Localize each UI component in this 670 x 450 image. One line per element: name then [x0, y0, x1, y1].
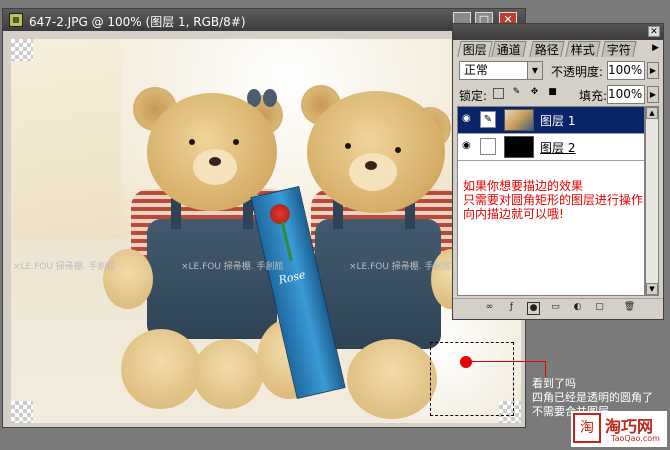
right-bear-head: [307, 91, 445, 213]
blend-mode-select[interactable]: 正常 ▼: [459, 61, 543, 80]
blend-row: 正常 ▼ 不透明度: 100% ▶: [457, 61, 659, 81]
transparent-corner: [11, 401, 33, 423]
layer-list-scrollbar[interactable]: ▲ ▼: [645, 106, 659, 296]
photoshop-doc-icon: [9, 13, 23, 27]
layer-2-name[interactable]: 图层 2: [540, 139, 575, 156]
left-bear-foot: [121, 329, 201, 409]
link-layers-icon[interactable]: ∞: [483, 302, 496, 315]
right-bear-eye: [345, 143, 351, 149]
tab-layers[interactable]: 图层: [457, 41, 493, 57]
lock-brush-icon[interactable]: ✎: [511, 88, 522, 99]
right-bear-overalls: [315, 219, 441, 349]
new-layer-icon[interactable]: ▢: [593, 302, 606, 315]
tab-paths[interactable]: 路径: [529, 41, 565, 57]
left-bear-eye: [189, 139, 195, 145]
panel-tabs: 图层 通道 路径 样式 字符 ▶: [457, 41, 659, 57]
watermark: ×LE.FOU 掃帚棚. 手創館: [349, 262, 452, 272]
lock-transparency-icon[interactable]: [493, 88, 504, 99]
lock-label: 锁定:: [459, 89, 488, 103]
opacity-label: 不透明度:: [551, 65, 604, 79]
instruction-note: 如果你想要描边的效果 只需要对圆角矩形的图层进行操作 向内描边就可以哦!: [463, 179, 643, 221]
adjustment-layer-icon[interactable]: ◐: [571, 302, 584, 315]
opacity-slider-arrow-icon[interactable]: ▶: [647, 62, 659, 79]
right-bear-eye: [395, 147, 401, 153]
lock-row: 锁定: ✎ ✥ ■ 填充: 100% ▶: [457, 85, 659, 105]
red-marker-dot: [460, 356, 472, 368]
document-titlebar[interactable]: 647-2.JPG @ 100% (图层 1, RGB/8#) _ □ ✕: [3, 9, 525, 31]
scroll-down-icon[interactable]: ▼: [646, 283, 658, 295]
note-line-3: 向内描边就可以哦!: [463, 207, 564, 221]
new-group-icon[interactable]: ▭: [549, 302, 562, 315]
right-bear-muzzle: [349, 153, 397, 191]
panel-bottom-toolbar: ∞ ƒ ● ▭ ◐ ▢ 🗑: [453, 298, 663, 319]
logo-seal: 淘: [573, 413, 601, 443]
note-line-2: 只需要对圆角矩形的图层进行操作: [463, 193, 644, 207]
callout-line: [545, 361, 546, 377]
fill-label: 填充:: [579, 89, 608, 103]
chevron-down-icon[interactable]: ▼: [527, 62, 542, 79]
eye-icon[interactable]: ◉: [462, 114, 474, 124]
panel-titlebar[interactable]: ✕: [453, 24, 663, 40]
transparent-corner: [11, 39, 33, 61]
layer-2-thumbnail[interactable]: [504, 136, 534, 158]
layer-1-thumbnail[interactable]: [504, 109, 534, 131]
left-bear-eye: [233, 139, 239, 145]
trash-icon[interactable]: 🗑: [623, 302, 636, 315]
link-icon[interactable]: [480, 138, 496, 155]
opacity-input[interactable]: 100%: [607, 61, 645, 80]
watermark: ×LE.FOU 掃帚棚. 手創館: [13, 262, 116, 272]
rose-stem: [280, 221, 293, 262]
panel-close-button[interactable]: ✕: [648, 26, 660, 37]
callout-line-1: 看到了吗: [532, 377, 576, 390]
brush-icon[interactable]: ✎: [480, 111, 496, 128]
layer-row-1[interactable]: ◉ ✎ 图层 1: [458, 107, 644, 134]
corner-selection-marquee: [430, 342, 514, 416]
callout-line: [472, 361, 546, 362]
move-icon[interactable]: ✥: [529, 88, 540, 99]
layers-panel[interactable]: ✕ 图层 通道 路径 样式 字符 ▶ 正常 ▼ 不透明度: 100% ▶ 锁定:…: [452, 23, 664, 320]
tab-overflow-arrow-icon[interactable]: ▶: [652, 43, 659, 53]
logo-url: TaoQao.com: [611, 434, 660, 443]
eye-icon[interactable]: ◉: [462, 141, 474, 151]
tab-channels[interactable]: 通道: [491, 41, 527, 57]
left-bear-foot: [193, 339, 263, 409]
scroll-up-icon[interactable]: ▲: [646, 107, 658, 119]
tab-styles[interactable]: 样式: [565, 41, 601, 57]
left-bear-muzzle: [193, 149, 237, 185]
right-bear-nose: [365, 161, 377, 170]
document-title: 647-2.JPG @ 100% (图层 1, RGB/8#): [29, 15, 246, 29]
callout-line-2: 四角已经是透明的圆角了: [532, 391, 653, 404]
left-bear-arm: [103, 249, 153, 309]
add-mask-icon[interactable]: ●: [527, 302, 540, 315]
layer-row-2[interactable]: ◉ 图层 2: [458, 134, 644, 161]
left-bear-nose: [209, 157, 221, 166]
left-bear-overalls: [147, 219, 277, 339]
lock-icon[interactable]: ■: [547, 88, 558, 99]
note-line-1: 如果你想要描边的效果: [463, 179, 584, 193]
fill-input[interactable]: 100%: [607, 85, 645, 104]
site-logo: 淘 淘巧网 TaoQao.com: [571, 411, 667, 447]
watermark: ×LE.FOU 掃帚棚. 手創館: [181, 262, 284, 272]
layer-1-name[interactable]: 图层 1: [540, 112, 575, 129]
layer-style-icon[interactable]: ƒ: [505, 302, 518, 315]
right-bear-foot: [347, 339, 437, 419]
fill-slider-arrow-icon[interactable]: ▶: [647, 86, 659, 103]
tab-character[interactable]: 字符: [601, 41, 637, 57]
